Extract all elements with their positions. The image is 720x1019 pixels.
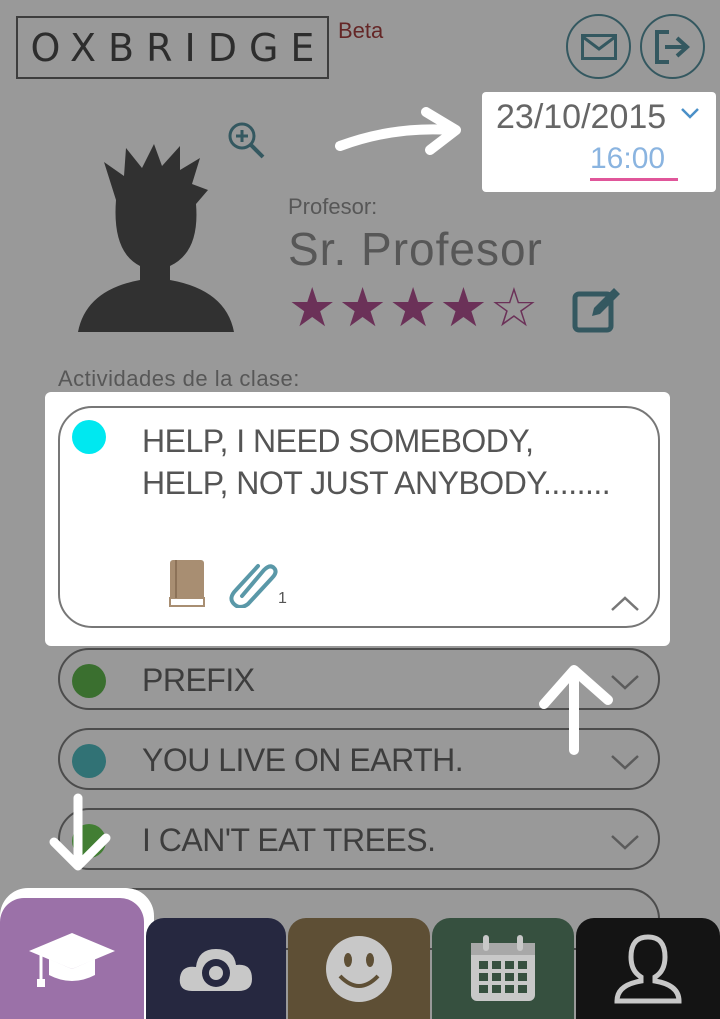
tab-user[interactable] xyxy=(576,918,720,1019)
paperclip-icon[interactable] xyxy=(228,558,278,608)
time-value[interactable]: 16:00 xyxy=(590,142,665,176)
teacher-label: Profesor: xyxy=(288,194,378,219)
tab-cloud[interactable] xyxy=(146,918,286,1019)
tab-calendar[interactable] xyxy=(432,918,574,1019)
tab-smile[interactable] xyxy=(288,918,430,1019)
calendar-icon xyxy=(471,934,535,1001)
star-full-icon: ★ xyxy=(288,276,337,339)
date-time-selector[interactable]: 23/10/2015 16:00 xyxy=(482,92,716,192)
activity-status-dot xyxy=(72,744,106,778)
star-full-icon: ★ xyxy=(388,276,438,339)
tutorial-arrow-right xyxy=(335,107,461,155)
graduation-cap-icon xyxy=(29,932,115,987)
chevron-up-icon[interactable] xyxy=(610,594,640,614)
logout-button[interactable] xyxy=(640,14,705,79)
activity-title: YOU LIVE ON EARTH. xyxy=(142,742,464,778)
activity-row-prefix[interactable]: PREFIX xyxy=(58,648,660,710)
beta-badge: Beta xyxy=(338,18,384,43)
book-icon[interactable] xyxy=(168,558,208,608)
edit-icon[interactable] xyxy=(572,284,624,334)
activity-status-dot xyxy=(72,824,106,858)
teacher-name: Sr. Profesor xyxy=(288,223,543,275)
time-underline xyxy=(590,178,678,181)
cloud-eye-icon xyxy=(179,948,252,991)
tab-course[interactable] xyxy=(0,898,144,1019)
star-full-icon: ★ xyxy=(338,276,387,339)
chevron-down-icon[interactable] xyxy=(610,752,640,772)
activity-title: I CAN'T EAT TREES. xyxy=(142,822,436,858)
activity-row-trees[interactable]: I CAN'T EAT TREES. xyxy=(58,808,660,870)
rating-stars[interactable]: ★ ★ ★ ★ ☆ xyxy=(288,276,538,340)
mail-icon xyxy=(580,33,617,60)
smiley-icon xyxy=(326,935,392,1002)
teacher-avatar xyxy=(78,144,234,332)
chevron-down-icon[interactable] xyxy=(610,832,640,852)
app-logo: OXBRIDGE xyxy=(16,16,329,79)
bottom-tab-bar xyxy=(0,888,720,1019)
activities-section-label: Actividades de la clase: xyxy=(58,366,300,391)
date-value: 23/10/2015 xyxy=(496,98,667,136)
star-empty-icon: ☆ xyxy=(489,276,539,339)
activity-row-earth[interactable]: YOU LIVE ON EARTH. xyxy=(58,728,660,790)
activity-card-expanded[interactable]: HELP, I NEED SOMEBODY, HELP, NOT JUST AN… xyxy=(58,406,660,628)
star-full-icon: ★ xyxy=(439,276,488,339)
mail-button[interactable] xyxy=(566,14,631,79)
activity-status-dot xyxy=(72,664,106,698)
user-icon xyxy=(614,933,682,1003)
attachment-count: 1 xyxy=(278,590,287,607)
activity-status-dot xyxy=(72,420,106,454)
chevron-down-icon[interactable] xyxy=(680,106,700,120)
app-screen: OXBRIDGE Beta Profesor: Sr. Profesor ★ ★… xyxy=(0,0,720,1019)
activity-title: PREFIX xyxy=(142,662,255,698)
activity-description: HELP, I NEED SOMEBODY, HELP, NOT JUST AN… xyxy=(142,423,611,501)
chevron-down-icon[interactable] xyxy=(610,672,640,692)
logout-icon xyxy=(654,29,690,64)
